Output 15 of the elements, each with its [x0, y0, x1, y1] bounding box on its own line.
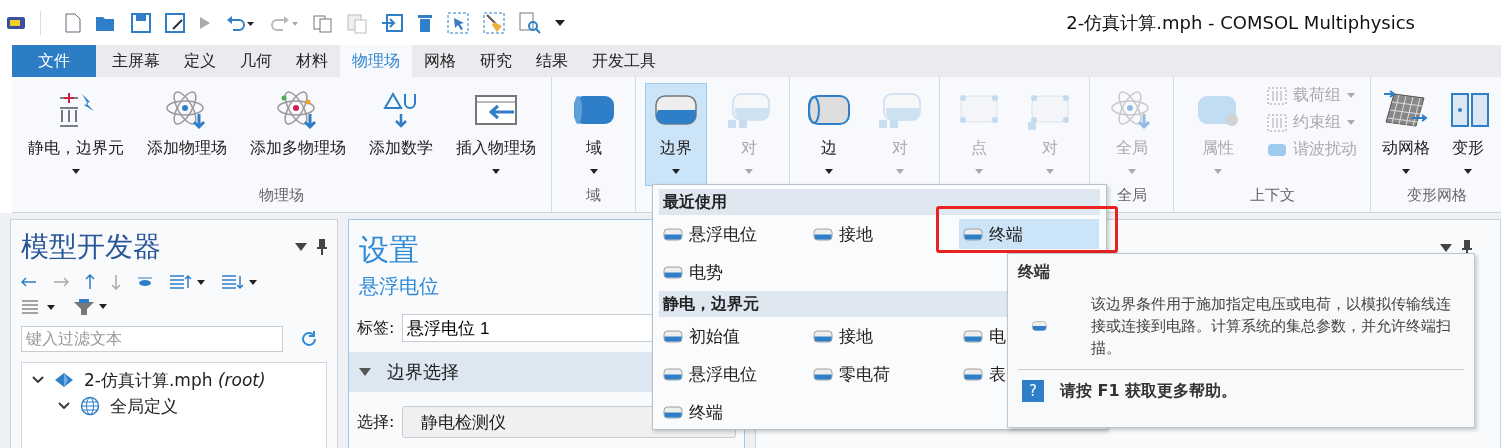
- panel-title: 设置: [359, 231, 419, 269]
- group-label: 全局: [1115, 186, 1148, 206]
- help-icon: ?: [1022, 380, 1044, 402]
- panel-subtitle: 悬浮电位: [359, 273, 439, 300]
- tooltip-title: 终端: [1018, 262, 1051, 283]
- group-label: 物理场: [258, 186, 305, 206]
- field-label: 选择:: [357, 411, 395, 433]
- group-label: 域: [585, 186, 602, 206]
- group-label: 上下文: [1248, 186, 1296, 206]
- help-hint: 请按 F1 获取更多帮助。: [1060, 380, 1238, 402]
- field-label: 标签:: [357, 317, 395, 339]
- menu-section-header: 最近使用: [659, 189, 1100, 215]
- group-label: 变形网格: [1406, 186, 1468, 206]
- window-title: 2-仿真计算.mph - COMSOL Multiphysics: [1066, 10, 1415, 35]
- panel-title: 模型开发器: [21, 229, 161, 265]
